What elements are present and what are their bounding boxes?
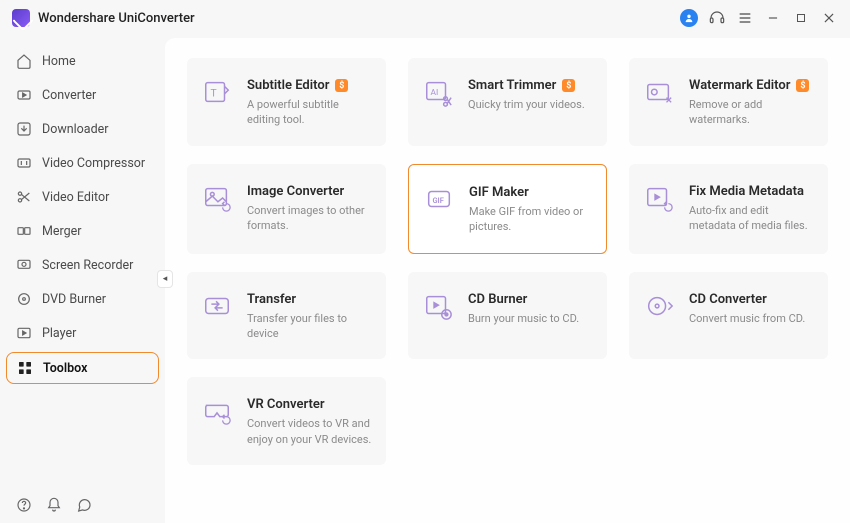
tool-title: Transfer [247,292,296,307]
tool-title: GIF Maker [469,185,529,200]
download-icon [16,121,32,137]
svg-text:GIF: GIF [432,196,443,205]
tool-desc: Quicky trim your videos. [468,97,593,112]
recorder-icon [16,257,32,273]
tool-vr-converter[interactable]: VR Converter Convert videos to VR and en… [187,377,386,465]
premium-badge-icon: $ [562,79,575,92]
feedback-icon[interactable] [76,497,92,513]
sidebar-item-label: Toolbox [43,361,87,376]
tool-title: CD Converter [689,292,767,307]
sidebar: Home Converter Downloader Video Compress… [0,36,165,523]
sidebar-item-label: Video Editor [42,190,109,205]
sidebar-item-label: DVD Burner [42,292,106,307]
tool-title: Image Converter [247,184,344,199]
sidebar-item-label: Screen Recorder [42,258,133,273]
notifications-icon[interactable] [46,497,62,513]
sidebar-item-player[interactable]: Player [6,318,159,348]
sidebar-item-toolbox[interactable]: Toolbox [6,352,159,384]
user-account-button[interactable] [680,9,698,27]
sidebar-item-downloader[interactable]: Downloader [6,114,159,144]
toolbox-icon [17,360,33,376]
tool-desc: Auto-fix and edit metadata of media file… [689,203,814,234]
main-content: T Subtitle Editor $ A powerful subtitle e… [165,38,850,523]
transfer-icon [201,290,233,322]
merger-icon [16,223,32,239]
tool-title: CD Burner [468,292,527,307]
maximize-button[interactable] [792,9,810,27]
tool-transfer[interactable]: Transfer Transfer your files to device [187,272,386,360]
tool-smart-trimmer[interactable]: AI Smart Trimmer $ Quicky trim your video… [408,58,607,146]
tool-desc: Remove or add watermarks. [689,97,814,128]
smart-trimmer-icon: AI [422,76,454,108]
tool-image-converter[interactable]: Image Converter Convert images to other … [187,164,386,254]
tool-desc: Transfer your files to device [247,311,372,342]
help-icon[interactable] [16,497,32,513]
scissors-icon [16,189,32,205]
tool-title: Watermark Editor [689,78,790,93]
sidebar-item-label: Home [42,54,76,69]
gif-maker-icon: GIF [423,183,455,215]
tool-title: VR Converter [247,397,325,412]
metadata-icon [643,182,675,214]
svg-text:T: T [210,87,216,100]
sidebar-item-label: Video Compressor [42,156,145,171]
compressor-icon [16,155,32,171]
tool-desc: Make GIF from video or pictures. [469,204,592,235]
tool-fix-media-metadata[interactable]: Fix Media Metadata Auto-fix and edit met… [629,164,828,254]
tool-title: Smart Trimmer [468,78,556,93]
sidebar-item-dvd-burner[interactable]: DVD Burner [6,284,159,314]
sidebar-item-video-compressor[interactable]: Video Compressor [6,148,159,178]
premium-badge-icon: $ [796,79,809,92]
tool-title: Subtitle Editor [247,78,329,93]
tool-subtitle-editor[interactable]: T Subtitle Editor $ A powerful subtitle e… [187,58,386,146]
app-title: Wondershare UniConverter [38,11,195,26]
home-icon [16,53,32,69]
sidebar-item-merger[interactable]: Merger [6,216,159,246]
cd-converter-icon [643,290,675,322]
tool-desc: Convert images to other formats. [247,203,372,234]
tool-desc: Burn your music to CD. [468,311,593,326]
support-icon[interactable] [708,9,726,27]
premium-badge-icon: $ [335,79,348,92]
tool-desc: Convert music from CD. [689,311,814,326]
svg-text:AI: AI [431,88,439,98]
tool-watermark-editor[interactable]: Watermark Editor $ Remove or add watermar… [629,58,828,146]
tool-desc: Convert videos to VR and enjoy on your V… [247,416,372,447]
sidebar-item-converter[interactable]: Converter [6,80,159,110]
collapse-sidebar-button[interactable]: ◂ [157,270,173,288]
dvd-icon [16,291,32,307]
sidebar-item-home[interactable]: Home [6,46,159,76]
image-converter-icon [201,182,233,214]
tool-gif-maker[interactable]: GIF GIF Maker Make GIF from video or pic… [408,164,607,254]
tool-cd-converter[interactable]: CD Converter Convert music from CD. [629,272,828,360]
menu-icon[interactable] [736,9,754,27]
converter-icon [16,87,32,103]
titlebar: Wondershare UniConverter [0,0,850,36]
subtitle-editor-icon: T [201,76,233,108]
vr-converter-icon [201,395,233,427]
sidebar-item-label: Merger [42,224,82,239]
sidebar-item-label: Converter [42,88,96,103]
watermark-icon [643,76,675,108]
app-logo-icon [12,9,30,27]
close-button[interactable] [820,9,838,27]
minimize-button[interactable] [764,9,782,27]
sidebar-item-label: Downloader [42,122,109,137]
player-icon [16,325,32,341]
sidebar-item-screen-recorder[interactable]: Screen Recorder [6,250,159,280]
sidebar-item-label: Player [42,326,76,341]
sidebar-item-video-editor[interactable]: Video Editor [6,182,159,212]
tool-cd-burner[interactable]: CD Burner Burn your music to CD. [408,272,607,360]
tool-title: Fix Media Metadata [689,184,804,199]
tool-desc: A powerful subtitle editing tool. [247,97,372,128]
cd-burner-icon [422,290,454,322]
